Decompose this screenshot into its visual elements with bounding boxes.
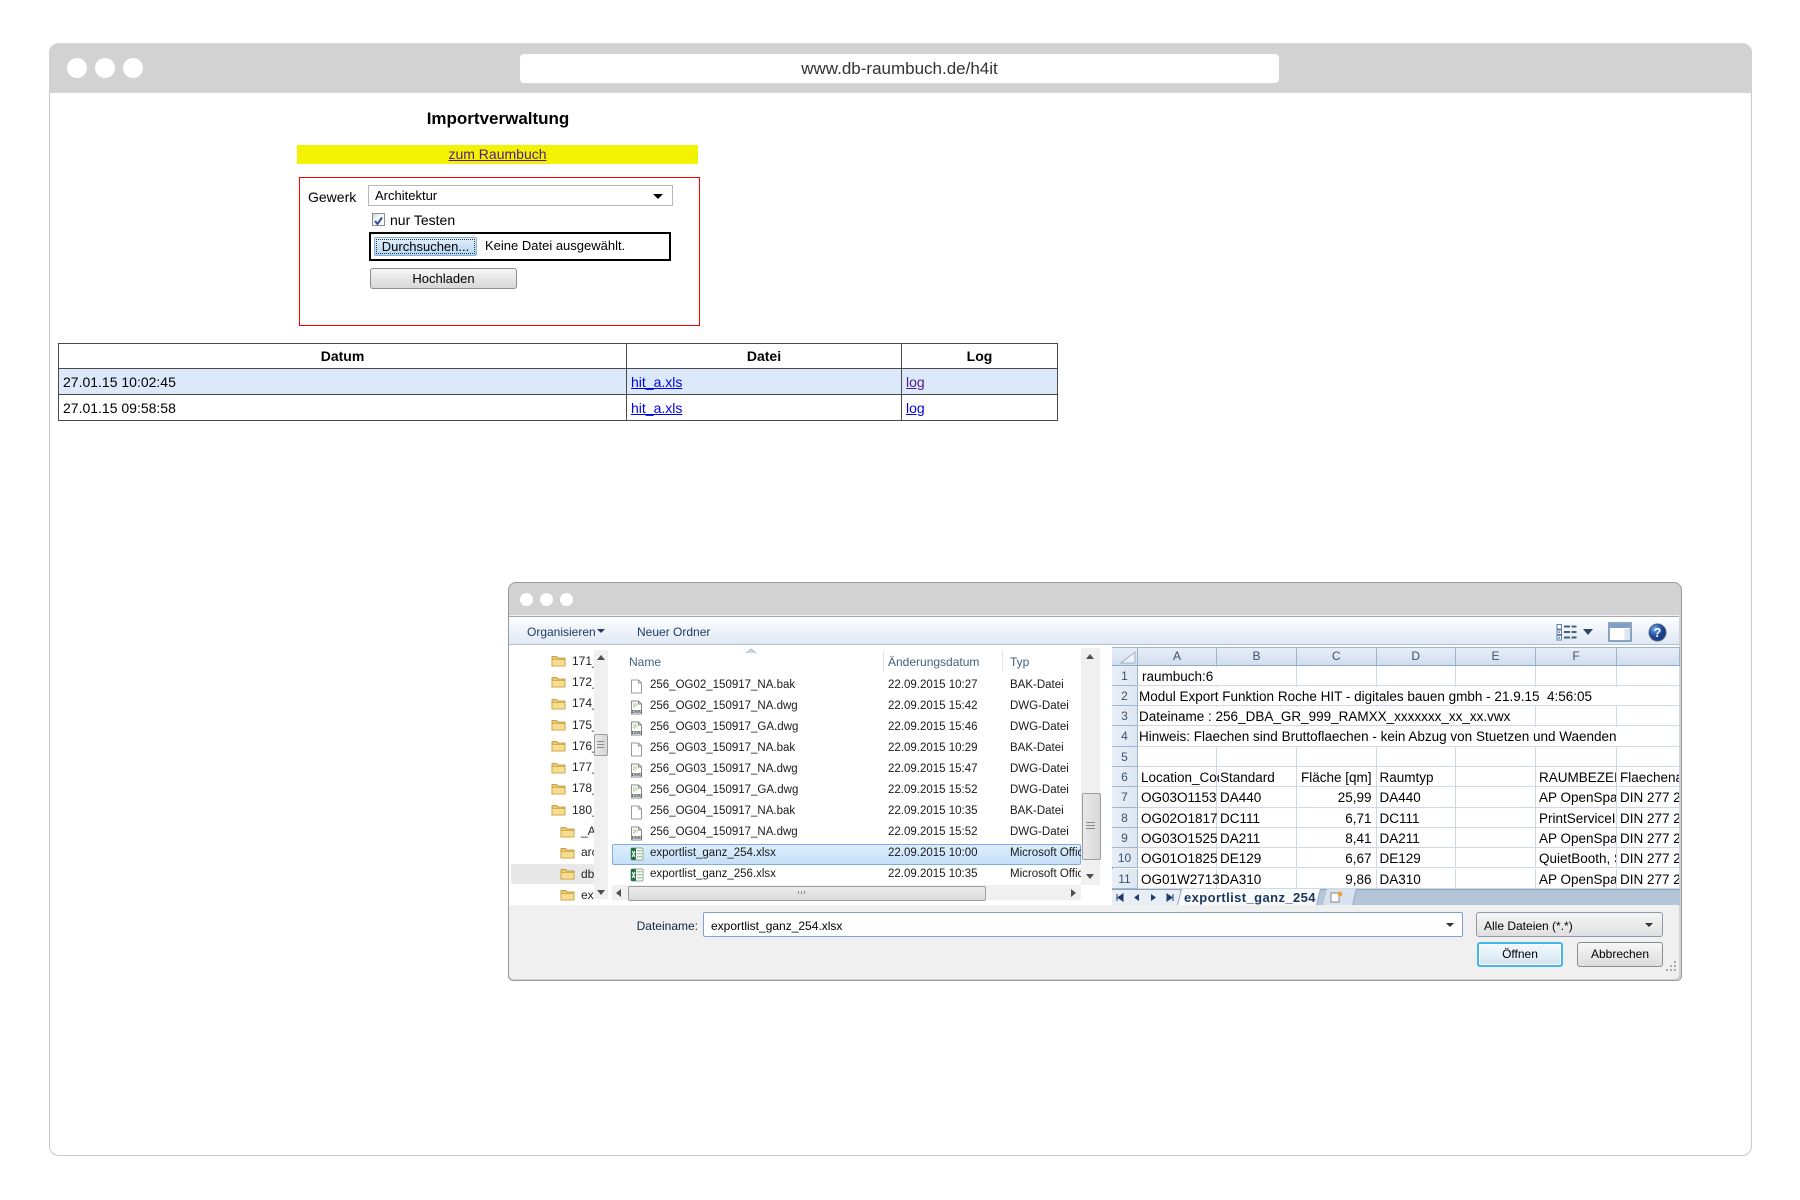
svg-text:DWG: DWG xyxy=(632,835,643,840)
svg-text:DWG: DWG xyxy=(632,793,643,798)
svg-text:DWG: DWG xyxy=(632,730,643,735)
svg-text:DWG: DWG xyxy=(632,709,643,714)
svg-text:DWG: DWG xyxy=(632,772,643,777)
svg-text:?: ? xyxy=(1654,626,1662,640)
